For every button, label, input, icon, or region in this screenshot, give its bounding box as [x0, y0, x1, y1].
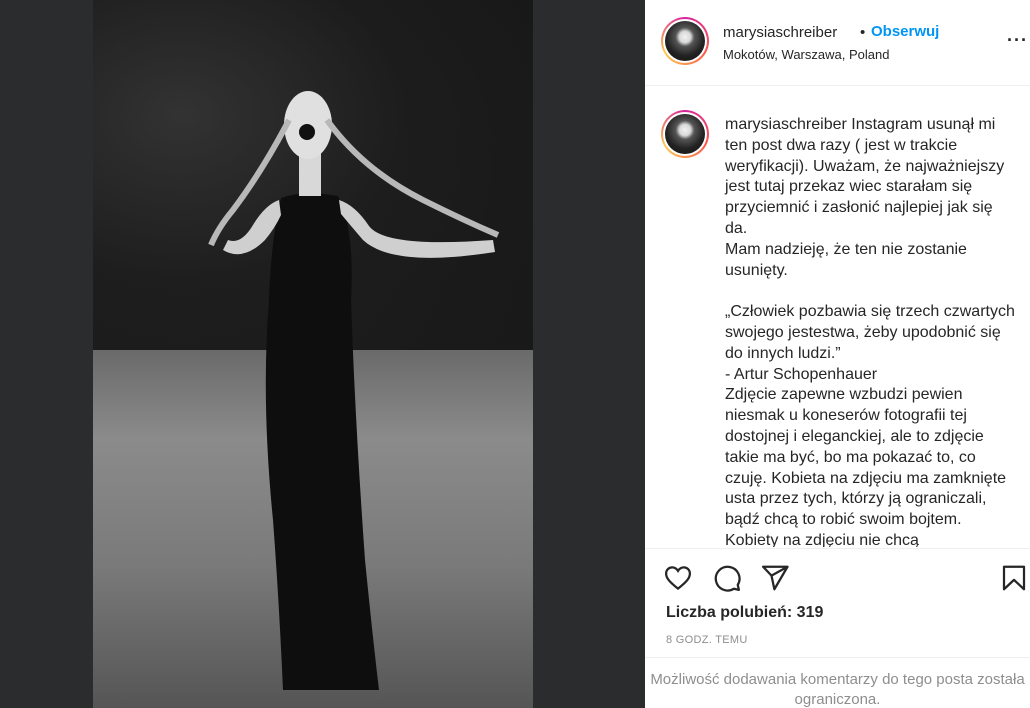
caption-body: marysiaschreiber Instagram usunął mi ten…	[725, 115, 1015, 547]
post-sidebar: marysiaschreiber • Obserwuj Mokotów, War…	[645, 0, 1030, 708]
comments-disabled-notice: Możliwość dodawania komentarzy do tego p…	[645, 657, 1030, 708]
author-avatar[interactable]	[661, 17, 709, 65]
paper-plane-icon[interactable]	[759, 562, 791, 594]
post-timestamp[interactable]: 8 GODZ. TEMU	[666, 634, 748, 646]
follow-button[interactable]: Obserwuj	[871, 23, 939, 40]
caption-section[interactable]: marysiaschreiber Instagram usunął mi ten…	[645, 87, 1030, 547]
author-username-link[interactable]: marysiaschreiber	[723, 24, 837, 41]
post-actions: Liczba polubień: 319 8 GODZ. TEMU Możliw…	[645, 548, 1030, 708]
caption-author-avatar[interactable]	[661, 110, 709, 158]
comment-icon[interactable]	[711, 562, 743, 594]
separator-dot: •	[860, 24, 866, 41]
photo-figure	[208, 91, 500, 690]
heart-icon[interactable]	[662, 562, 694, 594]
post-header: marysiaschreiber • Obserwuj Mokotów, War…	[645, 0, 1030, 86]
likes-count[interactable]: Liczba polubień: 319	[666, 604, 823, 622]
more-options-icon[interactable]: ···	[1007, 30, 1028, 51]
media-viewer	[0, 0, 645, 708]
caption-text: Instagram usunął mi ten post dwa razy ( …	[725, 116, 1015, 547]
location-link[interactable]: Mokotów, Warszawa, Poland	[723, 47, 889, 62]
post-photo[interactable]	[93, 0, 533, 708]
bookmark-icon[interactable]	[998, 562, 1030, 594]
caption-username-link[interactable]: marysiaschreiber	[725, 116, 847, 133]
